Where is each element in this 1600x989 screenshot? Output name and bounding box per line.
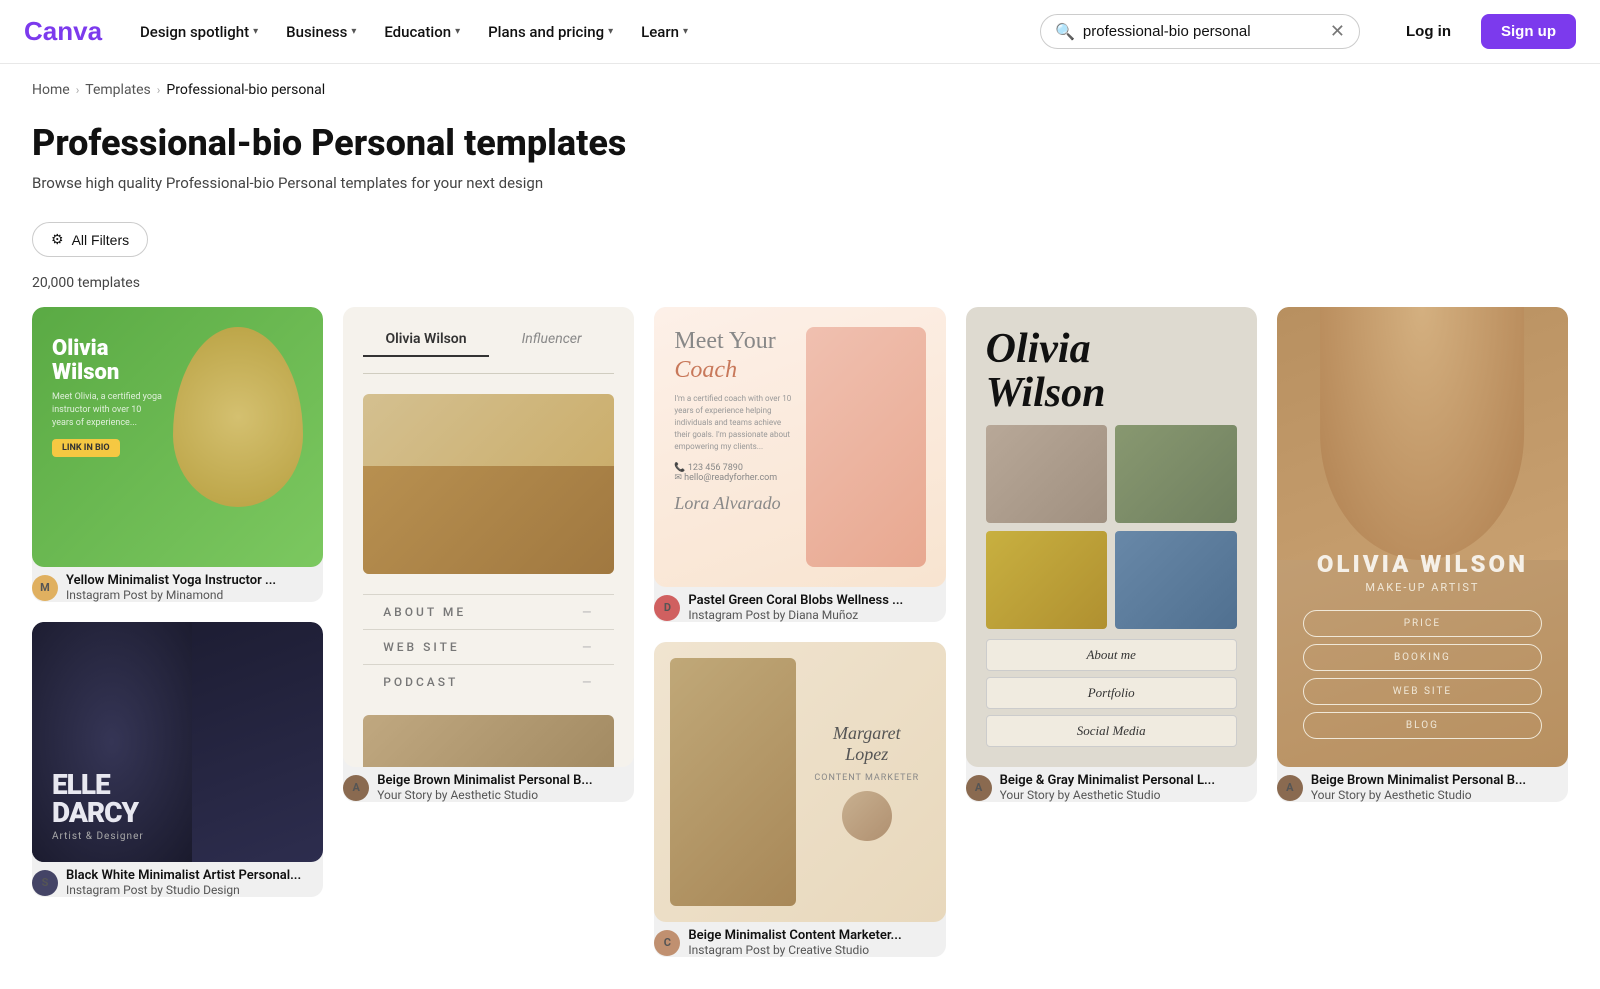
search-bar: 🔍 ✕ [1040, 14, 1360, 49]
breadcrumb: Home › Templates › Professional-bio pers… [0, 64, 1600, 98]
template-column-5: OLIVIA WILSON MAKE-UP ARTIST PRICE BOOKI… [1277, 307, 1568, 957]
navigation: Canva Design spotlight ▾ Business ▾ Educ… [0, 0, 1600, 64]
author-avatar: D [654, 595, 680, 621]
filter-label: All Filters [72, 232, 130, 248]
template-card[interactable]: OLIVIA WILSON MAKE-UP ARTIST PRICE BOOKI… [1277, 307, 1568, 802]
template-card[interactable]: ELLEDARCY Artist & Designer S Black Whit… [32, 622, 323, 897]
breadcrumb-separator: › [76, 83, 80, 97]
author-avatar: A [1277, 775, 1303, 801]
nav-plans-pricing[interactable]: Plans and pricing ▾ [476, 15, 625, 49]
nav-label: Business [286, 23, 347, 41]
breadcrumb-templates[interactable]: Templates [85, 82, 151, 98]
chevron-down-icon: ▾ [351, 26, 356, 37]
template-count: 20,000 templates [0, 271, 1600, 307]
author-avatar: M [32, 575, 58, 601]
nav-learn[interactable]: Learn ▾ [629, 15, 700, 49]
breadcrumb-separator: › [157, 83, 161, 97]
card-author-5: S Black White Minimalist Artist Personal… [32, 868, 323, 897]
chevron-down-icon: ▾ [608, 26, 613, 37]
template-column-3: Meet YourCoach I'm a certified coach wit… [654, 307, 945, 957]
card-title: Beige Minimalist Content Marketer... [688, 928, 901, 943]
card-type-author: Your Story by Aesthetic Studio [377, 788, 592, 802]
auth-buttons: Log in Sign up [1386, 14, 1576, 49]
template-card[interactable]: MargaretLopez CONTENT MARKETER C Beige M… [654, 642, 945, 957]
card-author-3: D Pastel Green Coral Blobs Wellness ... … [654, 593, 945, 622]
signup-button[interactable]: Sign up [1481, 14, 1576, 49]
clear-search-button[interactable]: ✕ [1330, 21, 1345, 42]
card-type-author: Instagram Post by Diana Muñoz [688, 608, 903, 622]
card-author-4: A Beige & Gray Minimalist Personal L... … [966, 773, 1257, 802]
card-title: Beige Brown Minimalist Personal B... [377, 773, 592, 788]
author-avatar: C [654, 930, 680, 956]
template-grid: OliviaWilson Meet Olivia, a certified yo… [0, 307, 1600, 989]
nav-label: Plans and pricing [488, 23, 604, 41]
chevron-down-icon: ▾ [683, 26, 688, 37]
card-title: Pastel Green Coral Blobs Wellness ... [688, 593, 903, 608]
template-card[interactable]: Olivia Wilson Influencer ABOUT ME— WEB S… [343, 307, 634, 802]
card-type-author: Instagram Post by Creative Studio [688, 943, 901, 957]
nav-label: Education [384, 23, 451, 41]
author-avatar: A [343, 775, 369, 801]
breadcrumb-current: Professional-bio personal [166, 82, 325, 98]
page-header: Professional-bio Personal templates Brow… [0, 98, 1600, 204]
filters-bar: ⚙ All Filters [0, 204, 1600, 271]
nav-menu: Design spotlight ▾ Business ▾ Education … [128, 15, 700, 49]
card-author-2: A Beige Brown Minimalist Personal B... Y… [343, 773, 634, 802]
search-container: 🔍 ✕ [1040, 14, 1360, 49]
nav-label: Design spotlight [140, 23, 249, 41]
card-type-author: Instagram Post by Minamond [66, 588, 276, 602]
card-author-1: M Yellow Minimalist Yoga Instructor ... … [32, 573, 323, 602]
login-button[interactable]: Log in [1386, 15, 1471, 48]
card-title: Black White Minimalist Artist Personal..… [66, 868, 301, 883]
logo[interactable]: Canva [24, 16, 104, 48]
card-type-author: Your Story by Aesthetic Studio [1311, 788, 1526, 802]
nav-label: Learn [641, 23, 679, 41]
template-card[interactable]: Meet YourCoach I'm a certified coach wit… [654, 307, 945, 622]
card-title: Beige Brown Minimalist Personal B... [1311, 773, 1526, 788]
card-author-7: A Beige Brown Minimalist Personal B... Y… [1277, 773, 1568, 802]
chevron-down-icon: ▾ [455, 26, 460, 37]
nav-education[interactable]: Education ▾ [372, 15, 472, 49]
card-title: Beige & Gray Minimalist Personal L... [1000, 773, 1215, 788]
search-input[interactable] [1083, 23, 1324, 40]
template-column-2: Olivia Wilson Influencer ABOUT ME— WEB S… [343, 307, 634, 957]
card-type-author: Your Story by Aesthetic Studio [1000, 788, 1215, 802]
filter-icon: ⚙ [51, 231, 64, 248]
card-type-author: Instagram Post by Studio Design [66, 883, 301, 897]
page-title: Professional-bio Personal templates [32, 122, 1568, 164]
template-card[interactable]: OliviaWilson About me Portfolio Social M… [966, 307, 1257, 802]
search-icon: 🔍 [1055, 22, 1075, 41]
svg-text:Canva: Canva [24, 16, 103, 46]
author-avatar: A [966, 775, 992, 801]
page-description: Browse high quality Professional-bio Per… [32, 174, 1568, 192]
all-filters-button[interactable]: ⚙ All Filters [32, 222, 148, 257]
author-avatar: S [32, 870, 58, 896]
nav-design-spotlight[interactable]: Design spotlight ▾ [128, 15, 270, 49]
nav-business[interactable]: Business ▾ [274, 15, 368, 49]
template-column-1: OliviaWilson Meet Olivia, a certified yo… [32, 307, 323, 957]
card-title: Yellow Minimalist Yoga Instructor ... [66, 573, 276, 588]
template-column-4: OliviaWilson About me Portfolio Social M… [966, 307, 1257, 957]
template-card[interactable]: OliviaWilson Meet Olivia, a certified yo… [32, 307, 323, 602]
card-author-6: C Beige Minimalist Content Marketer... I… [654, 928, 945, 957]
breadcrumb-home[interactable]: Home [32, 82, 70, 98]
chevron-down-icon: ▾ [253, 26, 258, 37]
